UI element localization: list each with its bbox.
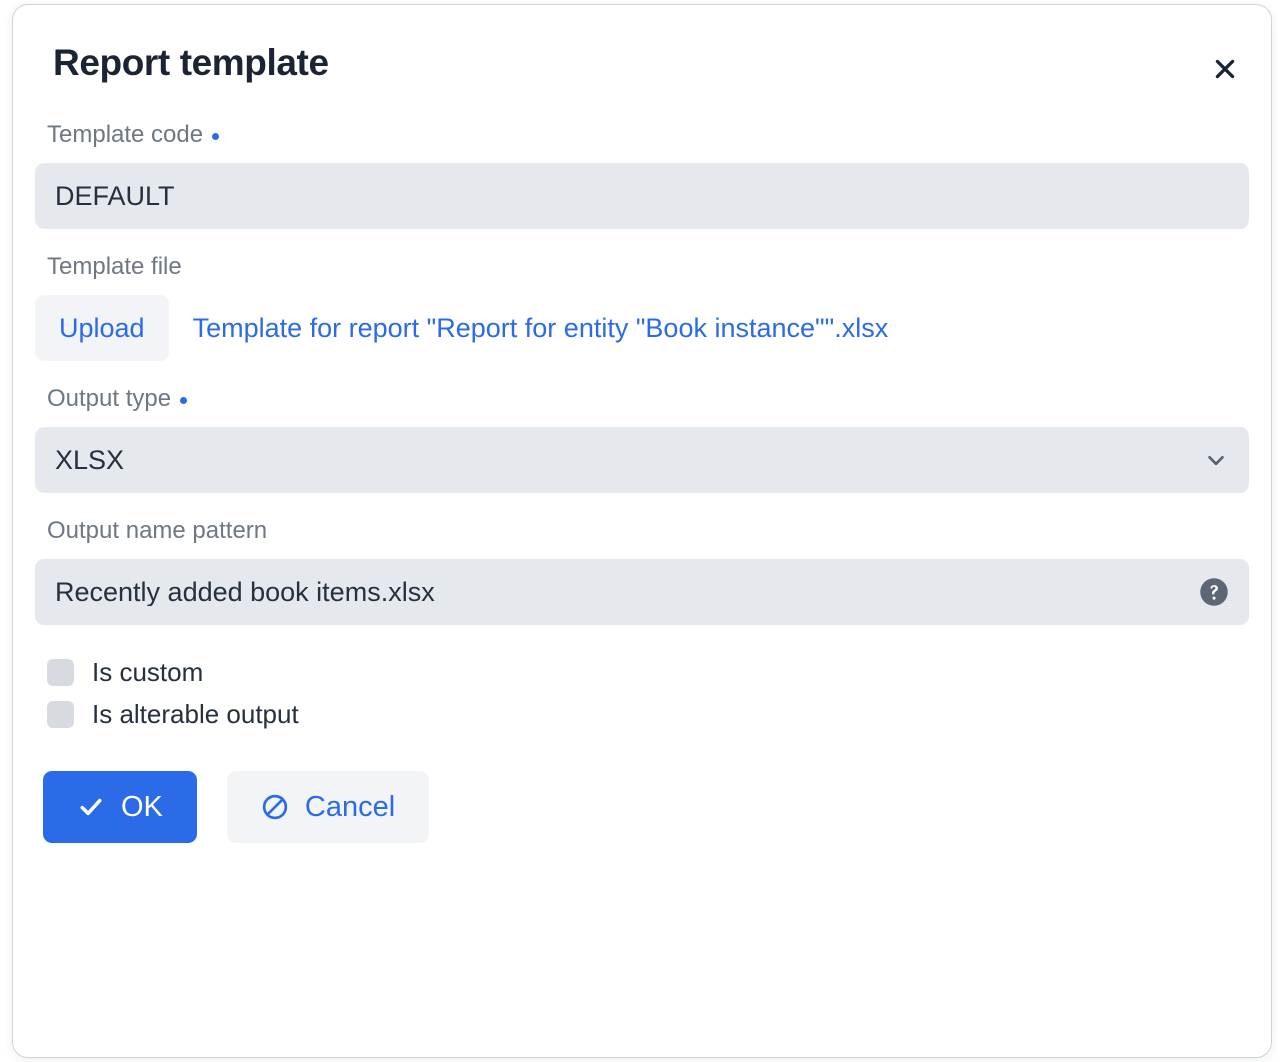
dialog-body: Template code DEFAULT Template file Uplo… — [13, 123, 1271, 843]
label-output-name-pattern-text: Output name pattern — [47, 517, 268, 544]
label-template-file: Template file — [47, 255, 1249, 279]
check-icon — [77, 793, 105, 821]
upload-button[interactable]: Upload — [35, 295, 169, 361]
field-output-name-pattern: Output name pattern Recently added book … — [35, 519, 1249, 625]
checkbox-is-alterable-output-label: Is alterable output — [92, 699, 299, 729]
ban-icon — [261, 793, 289, 821]
template-code-input[interactable]: DEFAULT — [35, 163, 1249, 229]
label-template-code-text: Template code — [47, 121, 204, 148]
ok-button[interactable]: OK — [43, 771, 197, 843]
page-title: Report template — [53, 42, 329, 83]
cancel-button-label: Cancel — [304, 790, 396, 823]
checkbox-is-custom[interactable]: Is custom — [47, 651, 1249, 693]
template-code-value: DEFAULT — [55, 182, 175, 210]
checkbox-box-icon[interactable] — [47, 658, 74, 686]
field-template-file: Template file Upload Template for report… — [35, 255, 1249, 361]
chevron-down-icon[interactable] — [1203, 447, 1229, 473]
checkbox-is-custom-label: Is custom — [92, 657, 204, 687]
checkbox-box-icon[interactable] — [47, 700, 74, 728]
template-file-link[interactable]: Template for report "Report for entity "… — [193, 313, 889, 344]
label-output-type-text: Output type — [47, 385, 172, 412]
dialog-footer: OK Cancel — [43, 771, 1249, 843]
output-type-select[interactable]: XLSX — [35, 427, 1249, 493]
close-button[interactable] — [1203, 47, 1247, 91]
label-template-code: Template code — [47, 123, 1249, 147]
template-file-row: Upload Template for report "Report for e… — [35, 295, 1249, 361]
help-circle-icon[interactable] — [1199, 577, 1229, 607]
cancel-button[interactable]: Cancel — [226, 771, 430, 843]
required-indicator-icon — [180, 396, 188, 404]
required-indicator-icon — [212, 132, 220, 140]
output-type-value: XLSX — [55, 446, 125, 474]
field-output-type: Output type XLSX — [35, 387, 1249, 493]
output-name-pattern-value: Recently added book items.xlsx — [55, 578, 435, 606]
label-output-type: Output type — [47, 387, 1249, 411]
field-template-code: Template code DEFAULT — [35, 123, 1249, 229]
ok-button-label: OK — [121, 790, 163, 823]
checkbox-is-alterable-output[interactable]: Is alterable output — [47, 693, 1249, 735]
output-name-pattern-input[interactable]: Recently added book items.xlsx — [35, 559, 1249, 625]
label-template-file-text: Template file — [47, 253, 182, 280]
report-template-dialog: Report template Template code DEFAULT Te… — [12, 4, 1272, 1058]
dialog-header: Report template — [13, 5, 1271, 123]
label-output-name-pattern: Output name pattern — [47, 519, 1249, 543]
close-icon — [1212, 56, 1238, 82]
